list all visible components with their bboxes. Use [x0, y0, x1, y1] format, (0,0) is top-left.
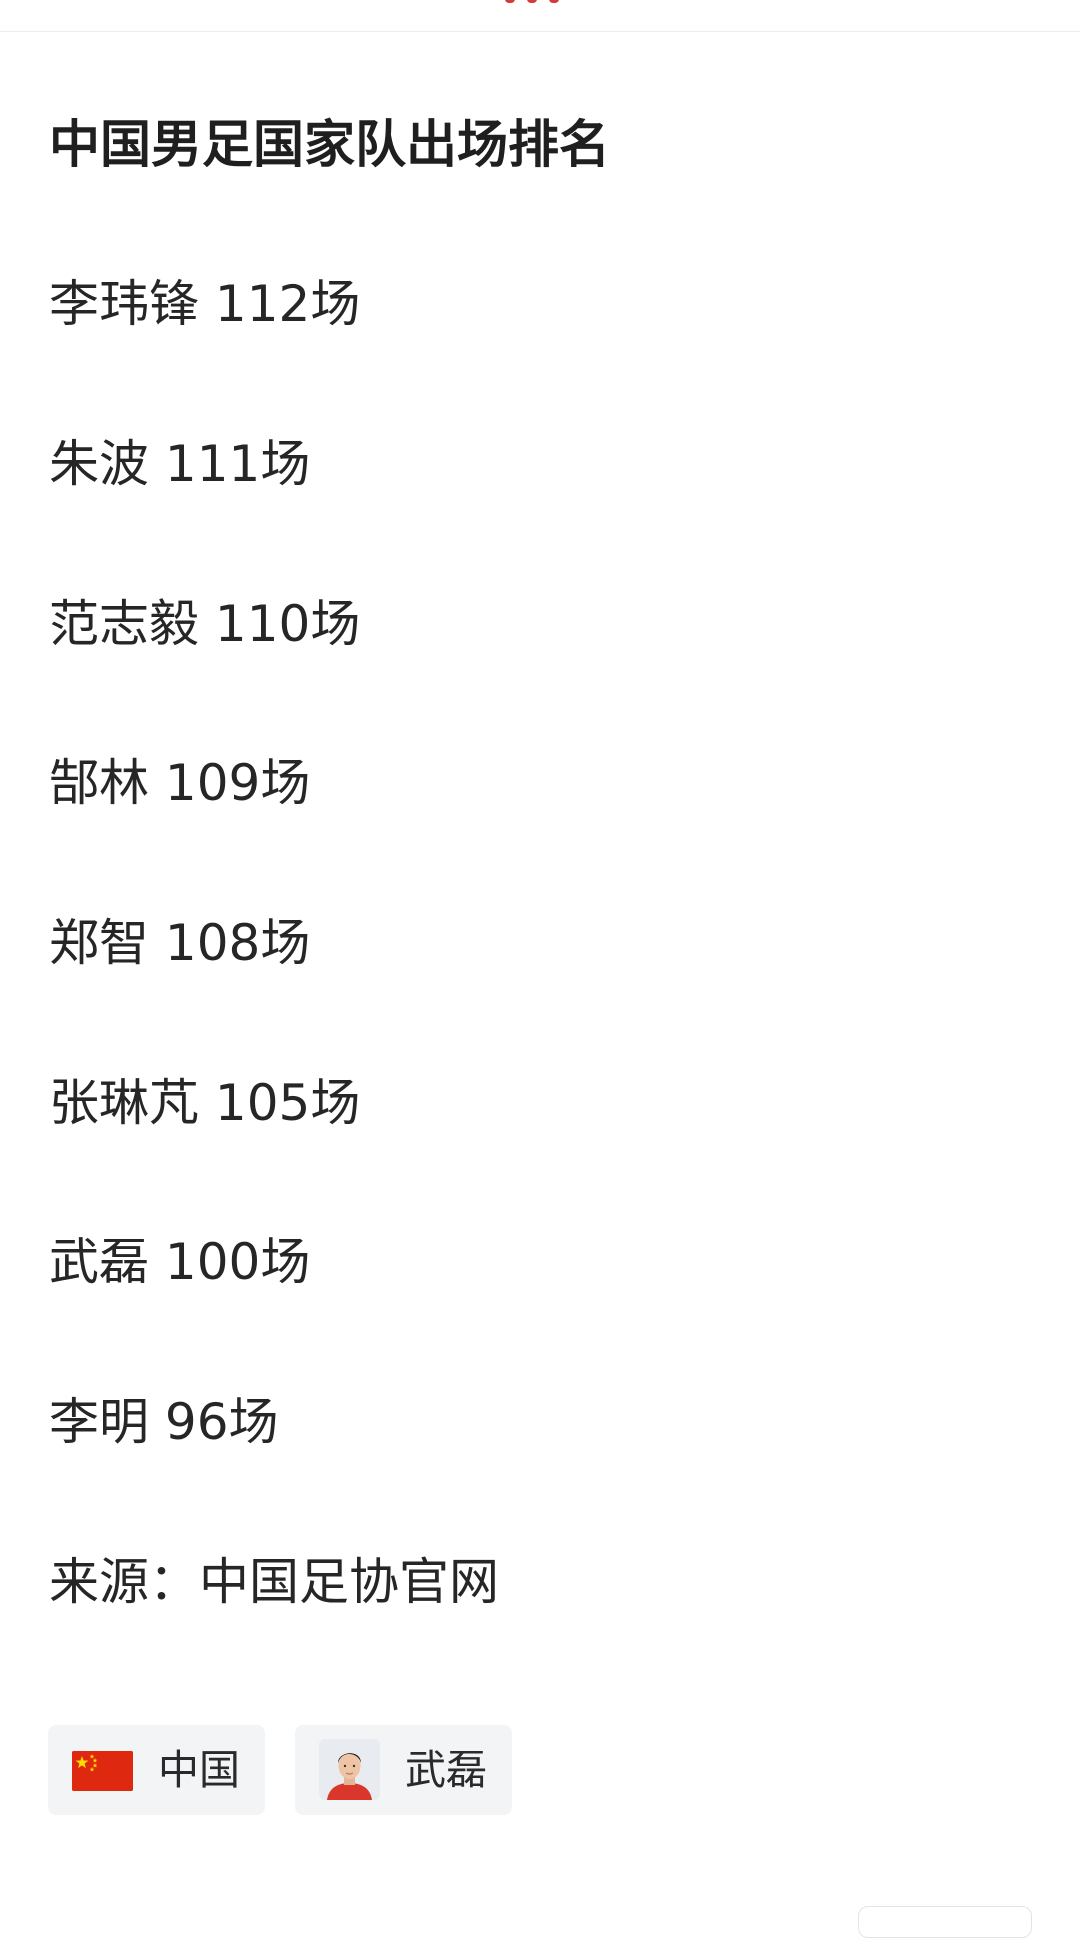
tag-china-label: 中国 — [158, 1746, 240, 1794]
source-line: 来源：中国足协官网 — [49, 1553, 499, 1611]
ranking-row: 武磊 100场 — [49, 1233, 311, 1291]
ranking-row: 范志毅 110场 — [49, 595, 361, 653]
ranking-row: 李玮锋 112场 — [49, 275, 361, 333]
article-title: 中国男足国家队出场排名 — [49, 116, 611, 175]
tag-wulei[interactable]: 武磊 — [295, 1725, 512, 1815]
china-flag-icon — [72, 1751, 133, 1791]
ranking-row: 朱波 111场 — [49, 435, 311, 493]
bottom-action-pill[interactable] — [858, 1906, 1032, 1938]
tag-wulei-label: 武磊 — [405, 1746, 487, 1794]
tag-china[interactable]: 中国 — [48, 1725, 265, 1815]
ranking-row: 郑智 108场 — [49, 914, 311, 972]
player-avatar — [319, 1739, 380, 1800]
ranking-row: 李明 96场 — [49, 1393, 279, 1451]
logo-icon — [505, 0, 561, 4]
ranking-row: 张琳芃 105场 — [49, 1074, 361, 1132]
ranking-row: 郜林 109场 — [49, 754, 311, 812]
top-bar — [0, 0, 1080, 32]
